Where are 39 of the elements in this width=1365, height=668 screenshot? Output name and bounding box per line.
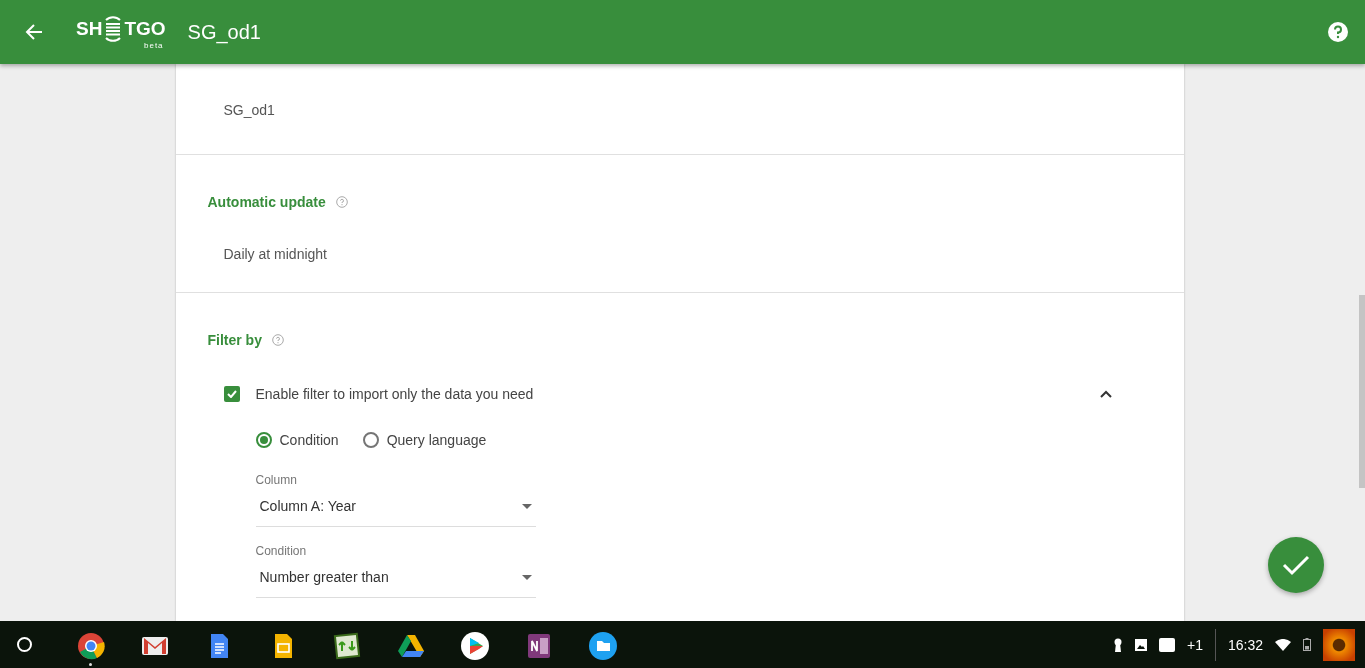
notification-square-icon[interactable] [1159, 637, 1175, 652]
confirm-button[interactable] [1268, 537, 1324, 593]
field-value: SG_od1 [222, 102, 276, 118]
image-icon[interactable] [1135, 638, 1147, 651]
dropdown-caret-icon [521, 503, 532, 509]
dropdown-field[interactable]: Column A: Year [255, 495, 536, 527]
battery-icon[interactable] [1303, 638, 1311, 651]
play-store-icon [460, 631, 489, 660]
wifi-icon[interactable] [1275, 638, 1291, 651]
checkmark-icon [226, 390, 237, 398]
dropdown-field[interactable]: Number greater than [255, 566, 536, 598]
radio-button[interactable] [255, 432, 272, 448]
field-value: Daily at midnight [222, 246, 328, 262]
section-title: Filter by [207, 332, 262, 348]
field-label: Column [255, 473, 298, 487]
field-label: Condition [255, 544, 308, 558]
notification-count[interactable]: +1 [1187, 636, 1203, 653]
radio-option[interactable]: Query language [362, 432, 487, 448]
logo-text: TGO [124, 18, 166, 40]
photo-placeholder[interactable] [1323, 628, 1355, 661]
logo-text: SH [76, 18, 103, 40]
checkbox-label: Enable filter to import only the data you need [255, 386, 535, 402]
section-title: Automatic update [207, 194, 326, 210]
logo-subtitle: beta [144, 41, 164, 50]
radio-option[interactable]: Condition [255, 432, 339, 448]
scrollbar-thumb[interactable] [1359, 295, 1365, 488]
keyhole-icon[interactable] [1113, 637, 1123, 652]
checkmark-icon [1282, 554, 1310, 576]
browser-icon [76, 631, 105, 660]
folder-icon [588, 631, 617, 660]
launcher-icon[interactable] [17, 637, 32, 652]
clock-time[interactable]: 16:32 [1227, 636, 1263, 653]
page-title: SG_od1 [187, 20, 261, 44]
radio-button[interactable] [362, 432, 379, 448]
help-icon[interactable] [1327, 21, 1349, 43]
sync-arrows-icon [332, 631, 361, 660]
checkbox[interactable] [223, 386, 240, 402]
dropdown-caret-icon [521, 574, 532, 580]
collapse-chevron-icon[interactable] [1099, 390, 1112, 398]
